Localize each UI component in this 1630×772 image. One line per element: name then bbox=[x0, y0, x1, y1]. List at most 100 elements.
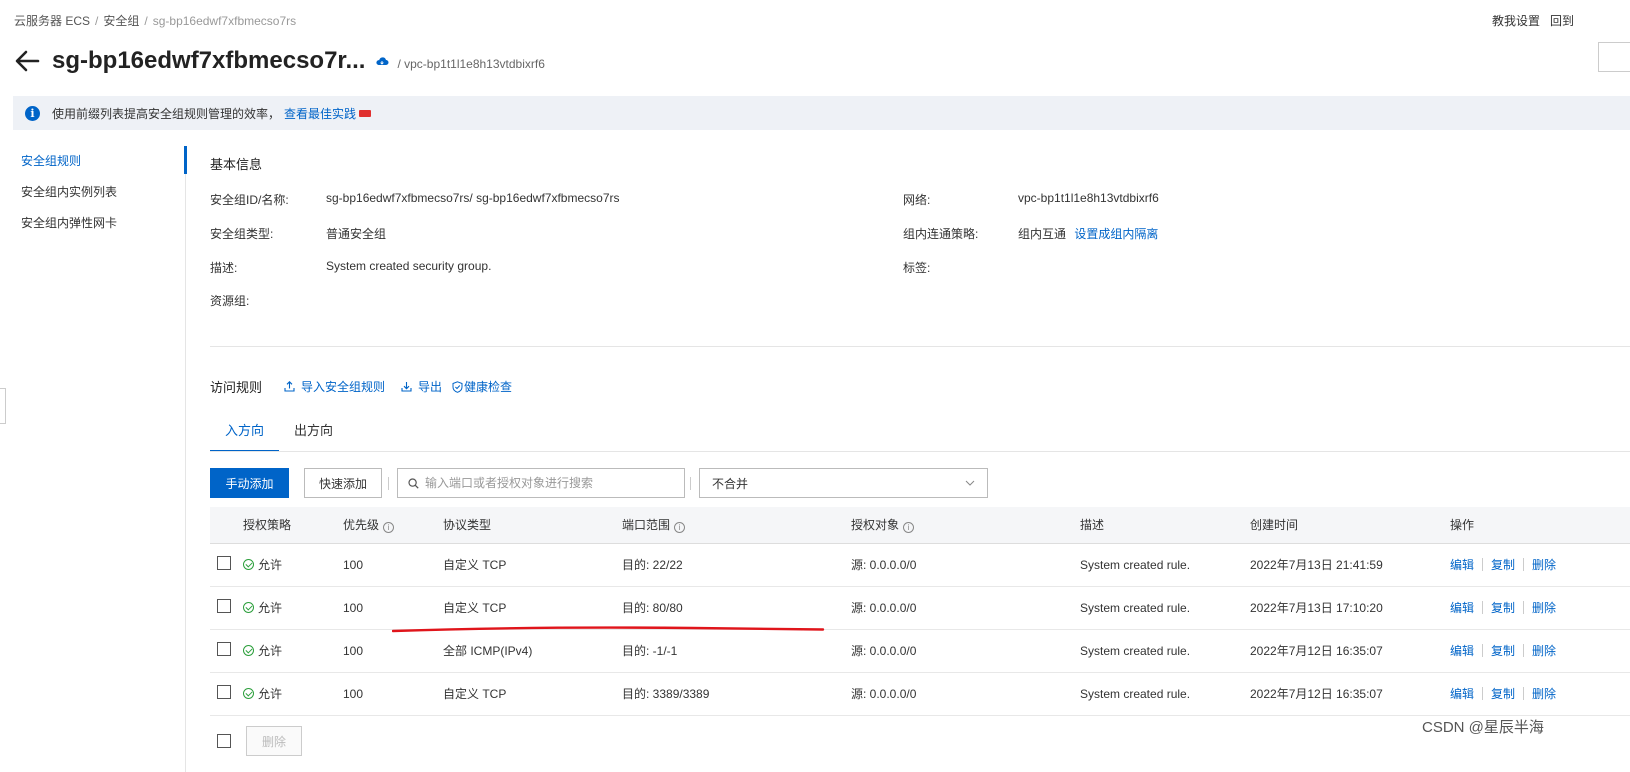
edit-link[interactable]: 编辑 bbox=[1450, 601, 1474, 615]
table-row: 允许 100 自定义 TCP 目的: 3389/3389 源: 0.0.0.0/… bbox=[210, 673, 1630, 716]
network-label: 网络: bbox=[903, 193, 931, 207]
cell-ops: 编辑 复制 删除 bbox=[1450, 673, 1556, 716]
export-link[interactable]: 导出 bbox=[401, 378, 442, 395]
cell-priority: 100 bbox=[343, 558, 364, 572]
delete-link[interactable]: 删除 bbox=[1532, 644, 1556, 658]
help-icon[interactable]: i bbox=[903, 522, 915, 533]
sidebar-item-security-rules[interactable]: 安全组规则 bbox=[0, 146, 188, 177]
tab-outbound[interactable]: 出方向 bbox=[279, 416, 348, 452]
basic-info-title: 基本信息 bbox=[210, 157, 263, 172]
vpc-subtitle: / vpc-bp1t1l1e8h13vtdbixrf6 bbox=[397, 57, 545, 71]
row-checkbox[interactable] bbox=[217, 685, 231, 699]
rules-title: 访问规则 bbox=[210, 380, 263, 395]
delete-link[interactable]: 删除 bbox=[1532, 558, 1556, 572]
toolbar-separator bbox=[388, 477, 389, 490]
col-priority-label: 优先级 bbox=[343, 518, 380, 532]
sg-type-label: 安全组类型: bbox=[210, 227, 274, 241]
search-box bbox=[397, 468, 685, 498]
section-divider bbox=[210, 346, 1630, 347]
health-check-link[interactable]: 健康检查 bbox=[452, 378, 512, 395]
quick-add-button[interactable]: 快速添加 bbox=[304, 468, 382, 498]
cell-created: 2022年7月13日 21:41:59 bbox=[1250, 558, 1383, 572]
sidebar-divider bbox=[185, 146, 186, 772]
delete-link[interactable]: 删除 bbox=[1532, 687, 1556, 701]
select-all-checkbox[interactable] bbox=[217, 734, 231, 748]
cell-desc: System created rule. bbox=[1080, 687, 1191, 701]
copy-link[interactable]: 复制 bbox=[1491, 687, 1515, 701]
sg-id-value: sg-bp16edwf7xfbmecso7rs/ sg-bp16edwf7xfb… bbox=[326, 191, 620, 205]
bulk-delete-button[interactable]: 删除 bbox=[246, 726, 302, 756]
policy-text: 允许 bbox=[258, 558, 283, 572]
edit-link[interactable]: 编辑 bbox=[1450, 687, 1474, 701]
col-port: 端口范围 i bbox=[622, 507, 686, 544]
health-check-label: 健康检查 bbox=[464, 380, 513, 394]
cell-port: 目的: -1/-1 bbox=[622, 644, 678, 658]
col-target: 授权对象 i bbox=[851, 507, 915, 544]
sidebar-active-indicator bbox=[184, 146, 187, 174]
row-checkbox[interactable] bbox=[217, 642, 231, 656]
info-icon: i bbox=[25, 105, 40, 121]
delete-link[interactable]: 删除 bbox=[1532, 601, 1556, 615]
col-port-label: 端口范围 bbox=[622, 518, 671, 532]
cell-priority: 100 bbox=[343, 601, 364, 615]
merge-select[interactable]: 不合并 bbox=[699, 468, 988, 498]
breadcrumb-ecs[interactable]: 云服务器 ECS bbox=[14, 14, 90, 28]
annotation-underline bbox=[392, 626, 825, 633]
sg-id-label: 安全组ID/名称: bbox=[210, 193, 289, 207]
policy-text: 允许 bbox=[258, 601, 283, 615]
col-target-label: 授权对象 bbox=[851, 518, 900, 532]
ops-separator bbox=[1482, 558, 1484, 571]
cell-desc: System created rule. bbox=[1080, 644, 1191, 658]
edit-link[interactable]: 编辑 bbox=[1450, 644, 1474, 658]
copy-link[interactable]: 复制 bbox=[1491, 558, 1515, 572]
breadcrumb-security-group[interactable]: 安全组 bbox=[103, 14, 139, 28]
cell-created: 2022年7月12日 16:35:07 bbox=[1250, 687, 1383, 701]
ops-separator bbox=[1482, 601, 1484, 614]
manual-add-button[interactable]: 手动添加 bbox=[210, 468, 289, 498]
back-arrow-icon[interactable] bbox=[14, 48, 40, 74]
page-title: sg-bp16edwf7xfbmecso7r... bbox=[52, 47, 366, 74]
teach-settings-link[interactable]: 教我设置 bbox=[1492, 14, 1540, 28]
copy-link[interactable]: 复制 bbox=[1491, 644, 1515, 658]
cell-protocol: 自定义 TCP bbox=[443, 601, 507, 615]
row-checkbox[interactable] bbox=[217, 556, 231, 570]
check-circle-icon bbox=[243, 688, 254, 699]
cell-desc: System created rule. bbox=[1080, 601, 1191, 615]
cell-priority: 100 bbox=[343, 687, 364, 701]
sidebar-collapse-handle[interactable] bbox=[0, 388, 6, 424]
ops-separator bbox=[1523, 558, 1525, 571]
corner-button[interactable] bbox=[1598, 42, 1630, 72]
sidebar: 安全组规则 安全组内实例列表 安全组内弹性网卡 bbox=[0, 146, 188, 239]
table-row: 允许 100 自定义 TCP 目的: 22/22 源: 0.0.0.0/0 Sy… bbox=[210, 544, 1630, 587]
help-icon[interactable]: i bbox=[674, 522, 686, 533]
table-row: 允许 100 自定义 TCP 目的: 80/80 源: 0.0.0.0/0 Sy… bbox=[210, 587, 1630, 630]
col-protocol: 协议类型 bbox=[443, 518, 492, 532]
edit-link[interactable]: 编辑 bbox=[1450, 558, 1474, 572]
copy-link[interactable]: 复制 bbox=[1491, 601, 1515, 615]
import-rules-link[interactable]: 导入安全组规则 bbox=[284, 378, 385, 395]
best-practice-link[interactable]: 查看最佳实践 bbox=[284, 105, 356, 122]
tab-inbound[interactable]: 入方向 bbox=[210, 416, 280, 452]
cell-policy: 允许 bbox=[243, 587, 282, 630]
tip-text: 使用前缀列表提高安全组规则管理的效率， bbox=[52, 106, 281, 121]
search-icon bbox=[408, 477, 419, 489]
ops-separator bbox=[1482, 687, 1484, 700]
back-to-link[interactable]: 回到 bbox=[1550, 14, 1574, 28]
breadcrumb: 云服务器 ECS / 安全组 / sg-bp16edwf7xfbmecso7rs bbox=[14, 12, 296, 29]
cell-priority: 100 bbox=[343, 644, 364, 658]
help-icon[interactable]: i bbox=[383, 522, 395, 533]
row-checkbox[interactable] bbox=[217, 599, 231, 613]
cell-protocol: 自定义 TCP bbox=[443, 687, 507, 701]
cloud-icon[interactable] bbox=[375, 56, 389, 66]
search-input[interactable] bbox=[425, 476, 675, 490]
col-desc: 描述 bbox=[1080, 518, 1105, 532]
cell-protocol: 自定义 TCP bbox=[443, 558, 507, 572]
col-priority: 优先级 i bbox=[343, 507, 395, 544]
cell-target: 源: 0.0.0.0/0 bbox=[851, 558, 917, 572]
sg-type-value: 普通安全组 bbox=[326, 227, 387, 241]
cell-protocol: 全部 ICMP(IPv4) bbox=[443, 644, 533, 658]
ops-separator bbox=[1523, 644, 1525, 657]
sidebar-item-enis[interactable]: 安全组内弹性网卡 bbox=[0, 208, 188, 239]
sidebar-item-instances[interactable]: 安全组内实例列表 bbox=[0, 177, 188, 208]
set-isolation-link[interactable]: 设置成组内隔离 bbox=[1074, 227, 1158, 241]
